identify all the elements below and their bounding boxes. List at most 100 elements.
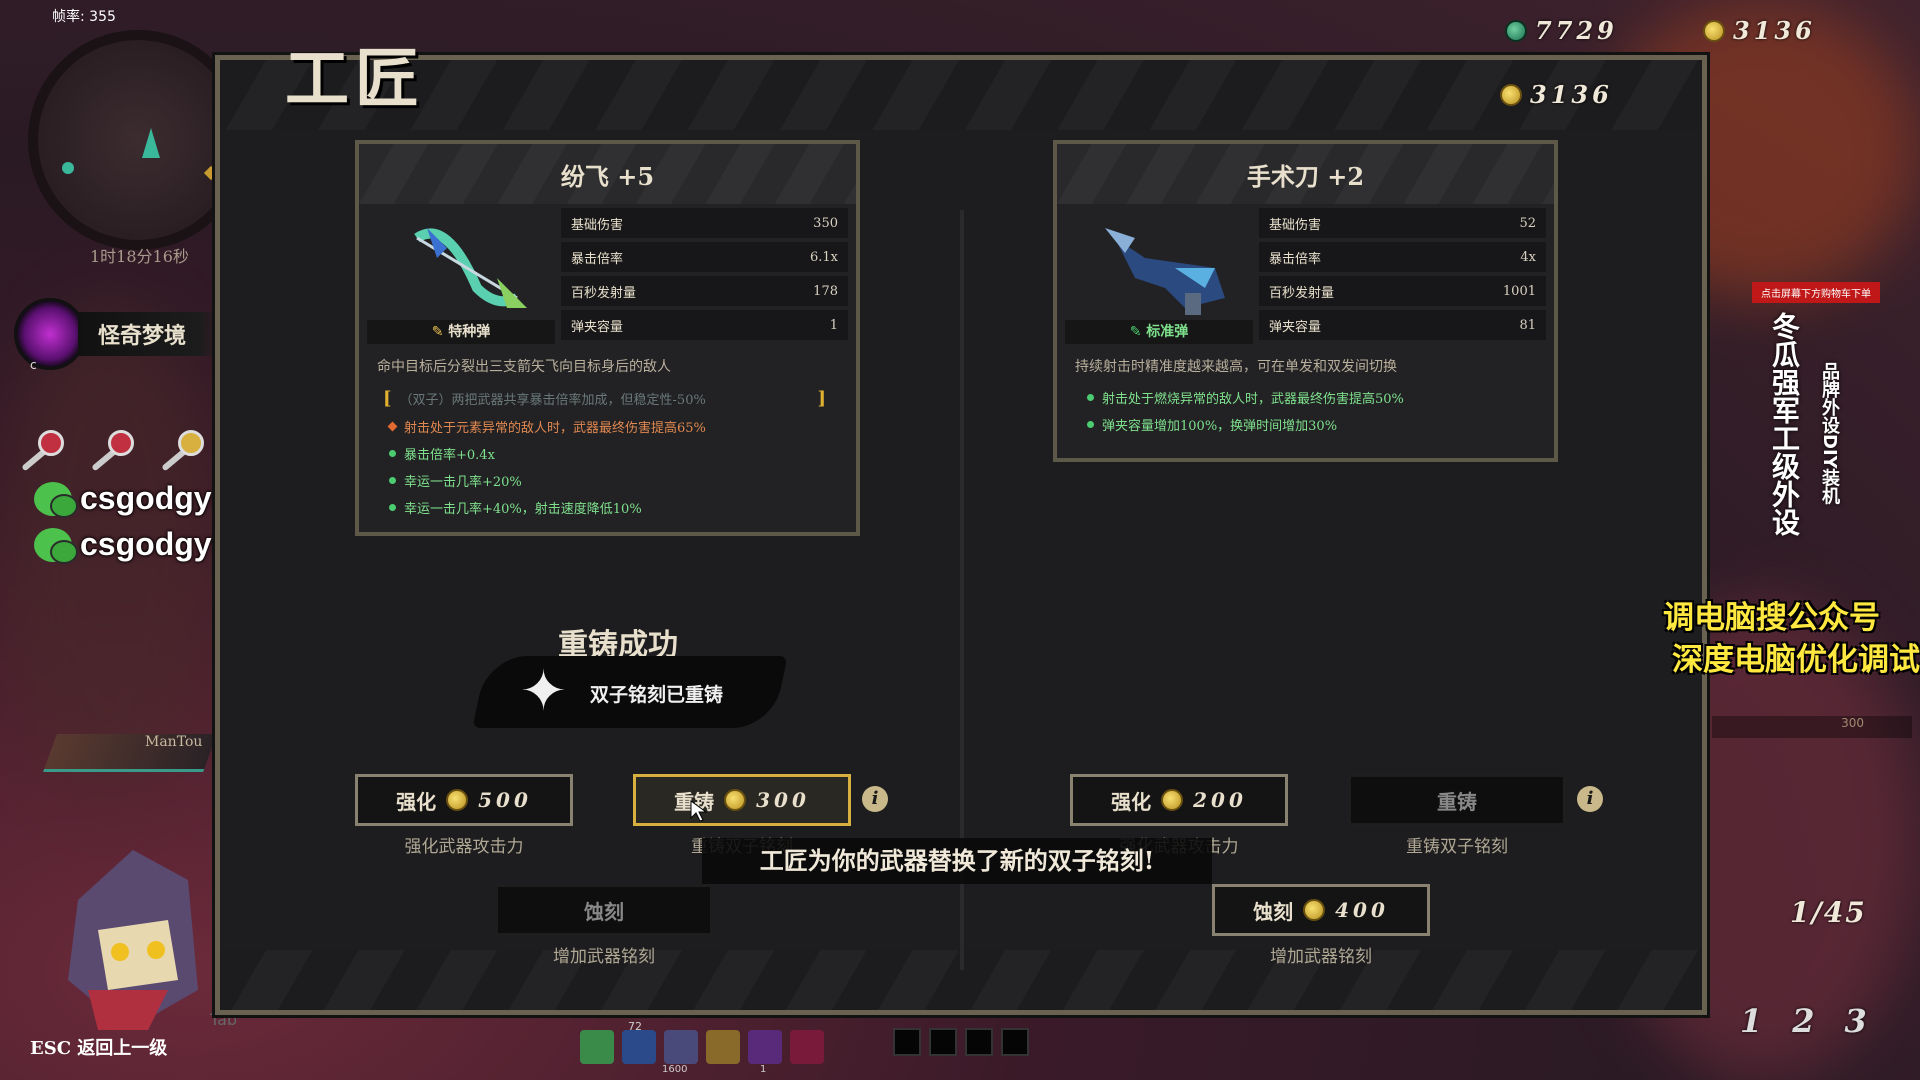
skill-count: 72: [628, 1020, 642, 1033]
gem-counter: 7729: [1505, 16, 1618, 45]
button-price: 200: [1193, 788, 1247, 812]
weapon-slot-3[interactable]: 3: [1845, 1002, 1867, 1040]
upgrade-caption: 强化武器攻击力: [404, 837, 524, 857]
stat-row: 基础伤害 52: [1259, 208, 1546, 238]
stat-value: 81: [1519, 317, 1536, 333]
upgrade-button-primary[interactable]: 强化 500: [355, 774, 573, 826]
coin-icon: [1703, 19, 1725, 42]
rifle-weapon-icon: [1105, 228, 1225, 315]
empty-slot[interactable]: [965, 1028, 993, 1056]
player-marker-icon: [62, 128, 219, 181]
info-icon[interactable]: i: [862, 786, 888, 812]
perk-dot: [389, 504, 396, 511]
skill-count: 1: [760, 1064, 767, 1075]
coin-icon: [446, 789, 469, 811]
coin-icon: [724, 789, 747, 811]
perk-text: 弹夹容量增加100%，换弹时间增加30%: [1102, 419, 1338, 434]
back-hint[interactable]: ESC 返回上一级: [30, 1034, 167, 1060]
skill-slot-icon[interactable]: [622, 1030, 656, 1064]
weapon-image: ✎ 标准弹: [1065, 208, 1253, 344]
ammo-type-text: 标准弹: [1146, 324, 1189, 340]
button-price: 300: [756, 788, 810, 812]
stat-value: 4x: [1520, 249, 1536, 265]
companion-name: ManTou: [145, 734, 203, 750]
ad-line: 深度电脑优化调试: [1672, 642, 1920, 678]
notification-toast: 工匠为你的武器替换了新的双子铭刻!: [702, 838, 1212, 884]
button-label: 强化: [396, 789, 437, 814]
stream-ad-overlay[interactable]: 点击屏幕下方购物车下单 冬瓜强军工级外设 品牌外设DIY装机: [1752, 282, 1880, 567]
page-title: 工匠: [285, 42, 425, 117]
info-icon[interactable]: i: [1577, 786, 1603, 812]
stat-label: 百秒发射量: [571, 285, 637, 301]
empty-slot[interactable]: [929, 1028, 957, 1056]
sparkle-icon: ✦: [520, 659, 567, 724]
perk-dot: [1087, 394, 1094, 401]
button-price: 500: [478, 788, 532, 812]
ad-brand: 冬瓜强军工级外设: [1768, 312, 1801, 536]
weapon-name: 手术刀 +2: [1057, 144, 1554, 204]
gold-key-icon: [154, 424, 210, 476]
stat-value: 1001: [1502, 283, 1536, 299]
skill-slot-icon[interactable]: [748, 1030, 782, 1064]
perk-text: 幸运一击几率+20%: [404, 475, 522, 490]
gem-icon: [1505, 19, 1527, 42]
stat-row: 弹夹容量 81: [1259, 310, 1546, 340]
reforge-caption: 重铸双子铭刻: [1406, 837, 1508, 857]
button-price: 400: [1335, 898, 1389, 922]
ammo-type-text: 特种弹: [448, 324, 491, 340]
weapon-slot-numbers: 1 2 3: [1740, 1002, 1867, 1040]
perk-inscription-twin[interactable]: [ （双子）两把武器共享暴击倍率加成，但稳定性-50% ]: [359, 384, 856, 413]
perk-text: 射击处于元素异常的敌人时，武器最终伤害提高65%: [404, 421, 706, 436]
red-key-icon: [14, 424, 70, 476]
etch-button-secondary[interactable]: 蚀刻 400: [1212, 884, 1430, 936]
stat-label: 百秒发射量: [1269, 285, 1335, 301]
character-portrait: [68, 850, 198, 1030]
stat-value: 350: [813, 215, 838, 231]
stat-row: 暴击倍率 6.1x: [561, 242, 848, 272]
stat-row: 百秒发射量 1001: [1259, 276, 1546, 306]
perk-text: 射击处于燃烧异常的敌人时，武器最终伤害提高50%: [1102, 392, 1404, 407]
weapon-slot-1[interactable]: 1: [1740, 1002, 1762, 1040]
perk-text: 幸运一击几率+40%，射击速度降低10%: [404, 502, 642, 517]
perk-dot: [387, 421, 398, 432]
chat-username: csgodgys: [80, 480, 230, 516]
weapon-stats: 基础伤害 350 暴击倍率 6.1x 百秒发射量 178 弹夹容量 1: [561, 208, 848, 344]
reforge-button-primary[interactable]: 重铸 300: [633, 774, 851, 826]
empty-slot[interactable]: [1001, 1028, 1029, 1056]
skill-slot-icon[interactable]: [706, 1030, 740, 1064]
reforge-button-secondary[interactable]: 重铸: [1348, 774, 1566, 826]
skill-count: 1600: [662, 1064, 688, 1075]
stat-row: 百秒发射量 178: [561, 276, 848, 306]
reforge-result-message: 双子铭刻已重铸: [590, 684, 724, 706]
skill-slot-icon[interactable]: [790, 1030, 824, 1064]
stat-label: 暴击倍率: [571, 251, 624, 267]
coin-amount: 3136: [1733, 16, 1816, 45]
skill-slot-icon[interactable]: [580, 1030, 614, 1064]
perk-item: 幸运一击几率+20%: [359, 467, 856, 494]
perk-dot: [1087, 421, 1094, 428]
weapon-name: 纷飞 +5: [359, 144, 856, 204]
upgrade-button-secondary[interactable]: 强化 200: [1070, 774, 1288, 826]
etch-button-primary[interactable]: 蚀刻: [495, 884, 713, 936]
panel-coin-counter: 3136: [1500, 80, 1613, 109]
coin-icon: [1161, 789, 1184, 811]
empty-slot[interactable]: [893, 1028, 921, 1056]
perk-text: （双子）两把武器共享暴击倍率加成，但稳定性-50%: [399, 393, 706, 408]
perk-dot: [389, 450, 396, 457]
etch-caption: 增加武器铭刻: [1270, 947, 1372, 967]
stat-row: 基础伤害 350: [561, 208, 848, 238]
panel-coin-amount: 3136: [1530, 80, 1613, 109]
ammo-type-label: ✎ 特种弹: [367, 320, 555, 344]
stat-label: 暴击倍率: [1269, 251, 1322, 267]
skill-bar: [580, 1030, 824, 1064]
mouse-cursor-icon: [690, 800, 708, 822]
weapon-card-secondary: 手术刀 +2 ✎ 标准弹 基础伤害 52 暴击倍率 4x 百秒发射量 1001 弹夹容…: [1053, 140, 1558, 462]
perk-item: 射击处于元素异常的敌人时，武器最终伤害提高65%: [359, 413, 856, 440]
ammo-type-label: ✎ 标准弹: [1065, 320, 1253, 344]
perk-text: 暴击倍率+0.4x: [404, 448, 495, 463]
stat-label: 弹夹容量: [571, 319, 624, 335]
skill-slot-icon[interactable]: [664, 1030, 698, 1064]
weapon-slot-2[interactable]: 2: [1792, 1002, 1814, 1040]
stat-value: 52: [1519, 215, 1536, 231]
weapon-description: 持续射击时精准度越来越高，可在单发和双发间切换: [1075, 359, 1397, 375]
